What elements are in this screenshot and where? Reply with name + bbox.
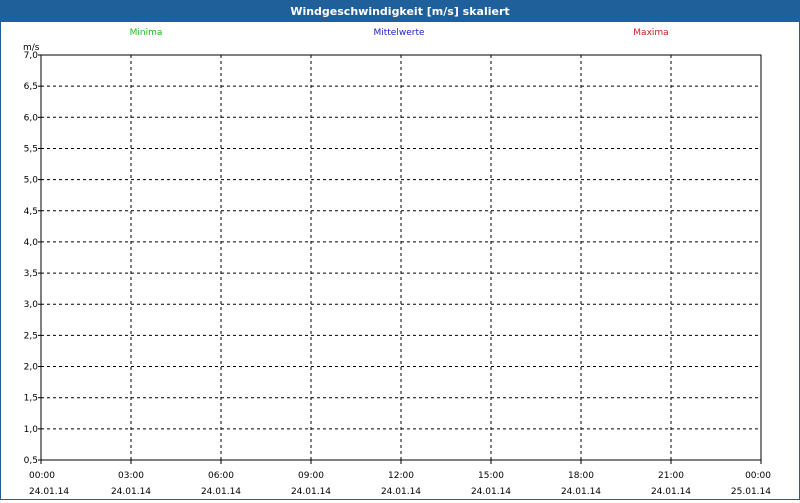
window-title: Windgeschwindigkeit [m/s] skaliert — [1, 1, 799, 22]
x-tick-date-label: 25.01.14 — [731, 487, 771, 497]
x-tick-time-label: 15:00 — [478, 471, 504, 481]
y-tick-label: 6,5 — [24, 82, 38, 92]
x-tick-date-label: 24.01.14 — [561, 487, 601, 497]
x-tick-time-label: 00:00 — [745, 471, 771, 481]
y-tick-label: 4,0 — [24, 238, 39, 248]
x-tick-time-label: 09:00 — [298, 471, 324, 481]
y-tick-label: 0,5 — [24, 456, 38, 466]
x-tick-date-label: 24.01.14 — [471, 487, 511, 497]
x-tick-date-label: 24.01.14 — [29, 487, 69, 497]
legend-entry-mittelwerte: Mittelwerte — [373, 28, 424, 38]
y-tick-label: 2,0 — [24, 363, 39, 373]
y-tick-label: 5,5 — [24, 144, 38, 154]
y-tick-label: 2,5 — [24, 331, 38, 341]
legend-entry-minima: Minima — [130, 28, 163, 38]
x-tick-date-label: 24.01.14 — [201, 487, 241, 497]
y-tick-label: 4,5 — [24, 207, 38, 217]
y-tick-label: 7,0 — [24, 51, 39, 61]
legend-entry-maxima: Maxima — [633, 28, 668, 38]
x-tick-time-label: 18:00 — [568, 471, 594, 481]
x-tick-time-label: 21:00 — [658, 471, 684, 481]
y-tick-label: 3,5 — [24, 269, 38, 279]
y-tick-label: 1,5 — [24, 394, 38, 404]
x-tick-date-label: 24.01.14 — [381, 487, 421, 497]
x-tick-date-label: 24.01.14 — [291, 487, 331, 497]
x-tick-date-label: 24.01.14 — [651, 487, 691, 497]
x-tick-time-label: 12:00 — [388, 471, 414, 481]
x-tick-time-label: 06:00 — [208, 471, 234, 481]
wind-speed-chart: Minima Mittelwerte Maxima m/s 7,06,56,05,5… — [23, 28, 771, 497]
plot-area: Minima Mittelwerte Maxima m/s 7,0 6,5 6,0 5,5… — [1, 22, 799, 499]
x-tick-time-label: 00:00 — [29, 471, 55, 481]
x-tick-time-label: 03:00 — [118, 471, 144, 481]
y-tick-label: 5,0 — [24, 176, 39, 186]
y-tick-label: 1,0 — [24, 425, 39, 435]
y-tick-label: 6,0 — [24, 113, 39, 123]
y-tick-label: 3,0 — [24, 300, 39, 310]
chart-window: Windgeschwindigkeit [m/s] skaliert Minim… — [0, 0, 800, 500]
x-tick-date-label: 24.01.14 — [111, 487, 151, 497]
